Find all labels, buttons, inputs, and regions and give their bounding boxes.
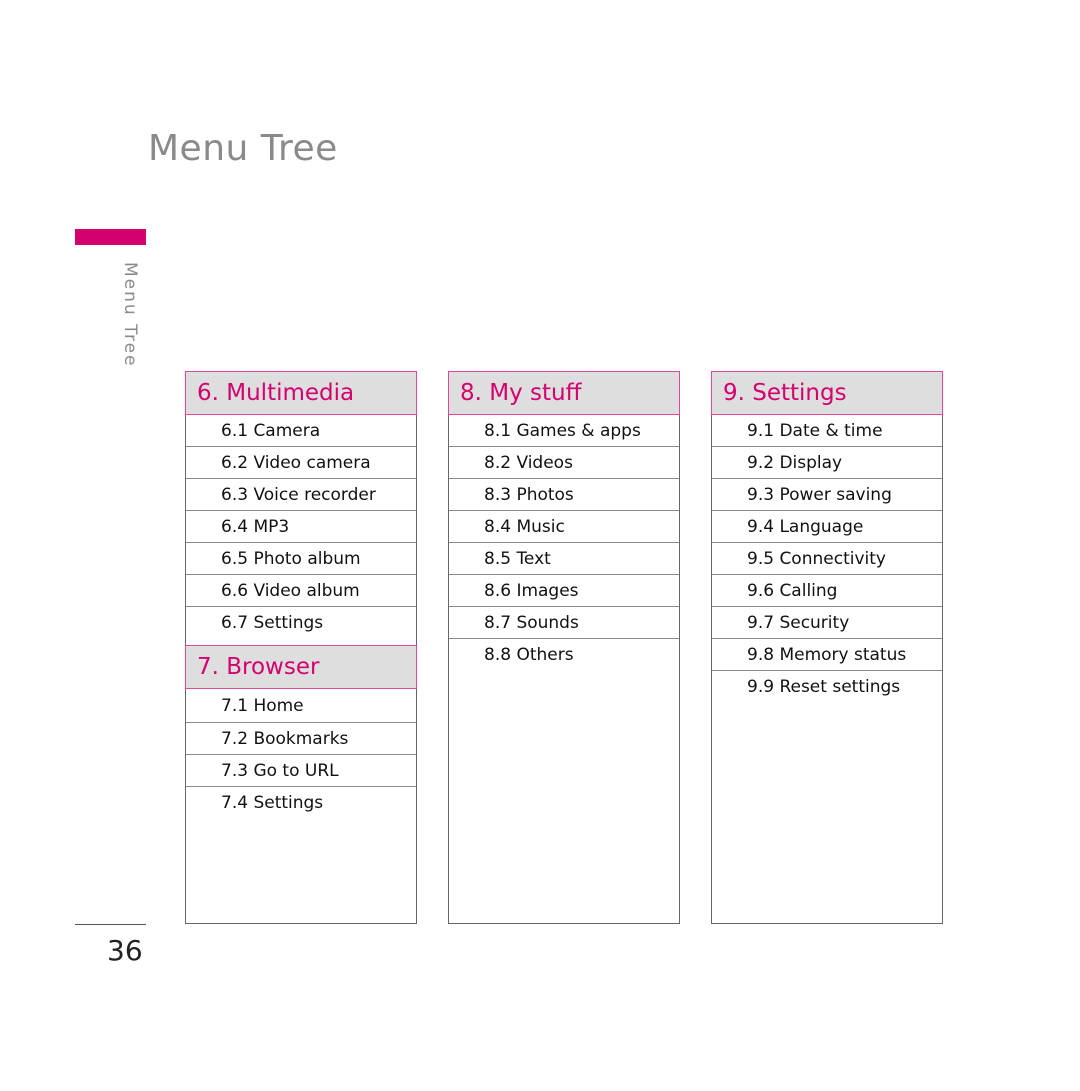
menu-item: 6.1 Camera: [186, 415, 416, 447]
menu-item: 9.3 Power saving: [712, 479, 942, 511]
menu-item: 9.9 Reset settings: [747, 676, 901, 697]
menu-item: 6.6 Video album: [186, 575, 416, 607]
menu-item: 9.4 Language: [712, 511, 942, 543]
menu-item: 9.8 Memory status: [712, 639, 942, 671]
menu-column-settings: 9. Settings 9.1 Date & time 9.2 Display …: [711, 371, 943, 924]
menu-item: 6.3 Voice recorder: [186, 479, 416, 511]
menu-item: 8.5 Text: [449, 543, 679, 575]
menu-item: 8.8 Others: [484, 644, 574, 665]
section-header-multimedia: 6. Multimedia: [185, 371, 417, 415]
menu-item: 7.3 Go to URL: [186, 755, 416, 787]
menu-item: 6.5 Photo album: [186, 543, 416, 575]
menu-item: 6.7 Settings: [221, 612, 324, 633]
menu-item: 9.2 Display: [712, 447, 942, 479]
menu-item: 9.6 Calling: [712, 575, 942, 607]
menu-item: 7.2 Bookmarks: [186, 723, 416, 755]
footer-rule: [75, 924, 146, 925]
menu-item: 9.5 Connectivity: [712, 543, 942, 575]
menu-item: 7.4 Settings: [221, 792, 324, 813]
page-title: Menu Tree: [148, 128, 338, 169]
side-section-label: Menu Tree: [120, 262, 140, 368]
menu-item: 8.3 Photos: [449, 479, 679, 511]
page-number: 36: [107, 934, 143, 967]
menu-item: 8.2 Videos: [449, 447, 679, 479]
section-header-browser: 7. Browser: [185, 645, 417, 689]
menu-item: 6.2 Video camera: [186, 447, 416, 479]
menu-column-multimedia-browser: 6. Multimedia 6.1 Camera 6.2 Video camer…: [185, 371, 417, 924]
menu-column-my-stuff: 8. My stuff 8.1 Games & apps 8.2 Videos …: [448, 371, 680, 924]
section-header-my-stuff: 8. My stuff: [448, 371, 680, 415]
section-header-settings: 9. Settings: [711, 371, 943, 415]
menu-item: 7.1 Home: [186, 689, 416, 723]
menu-item: 8.7 Sounds: [449, 607, 679, 639]
menu-item: 8.1 Games & apps: [449, 415, 679, 447]
menu-item: 6.4 MP3: [186, 511, 416, 543]
menu-item: 8.6 Images: [449, 575, 679, 607]
menu-item: 8.4 Music: [449, 511, 679, 543]
menu-item: 9.7 Security: [712, 607, 942, 639]
menu-item: 9.1 Date & time: [712, 415, 942, 447]
section-marker-bar: [75, 229, 146, 245]
